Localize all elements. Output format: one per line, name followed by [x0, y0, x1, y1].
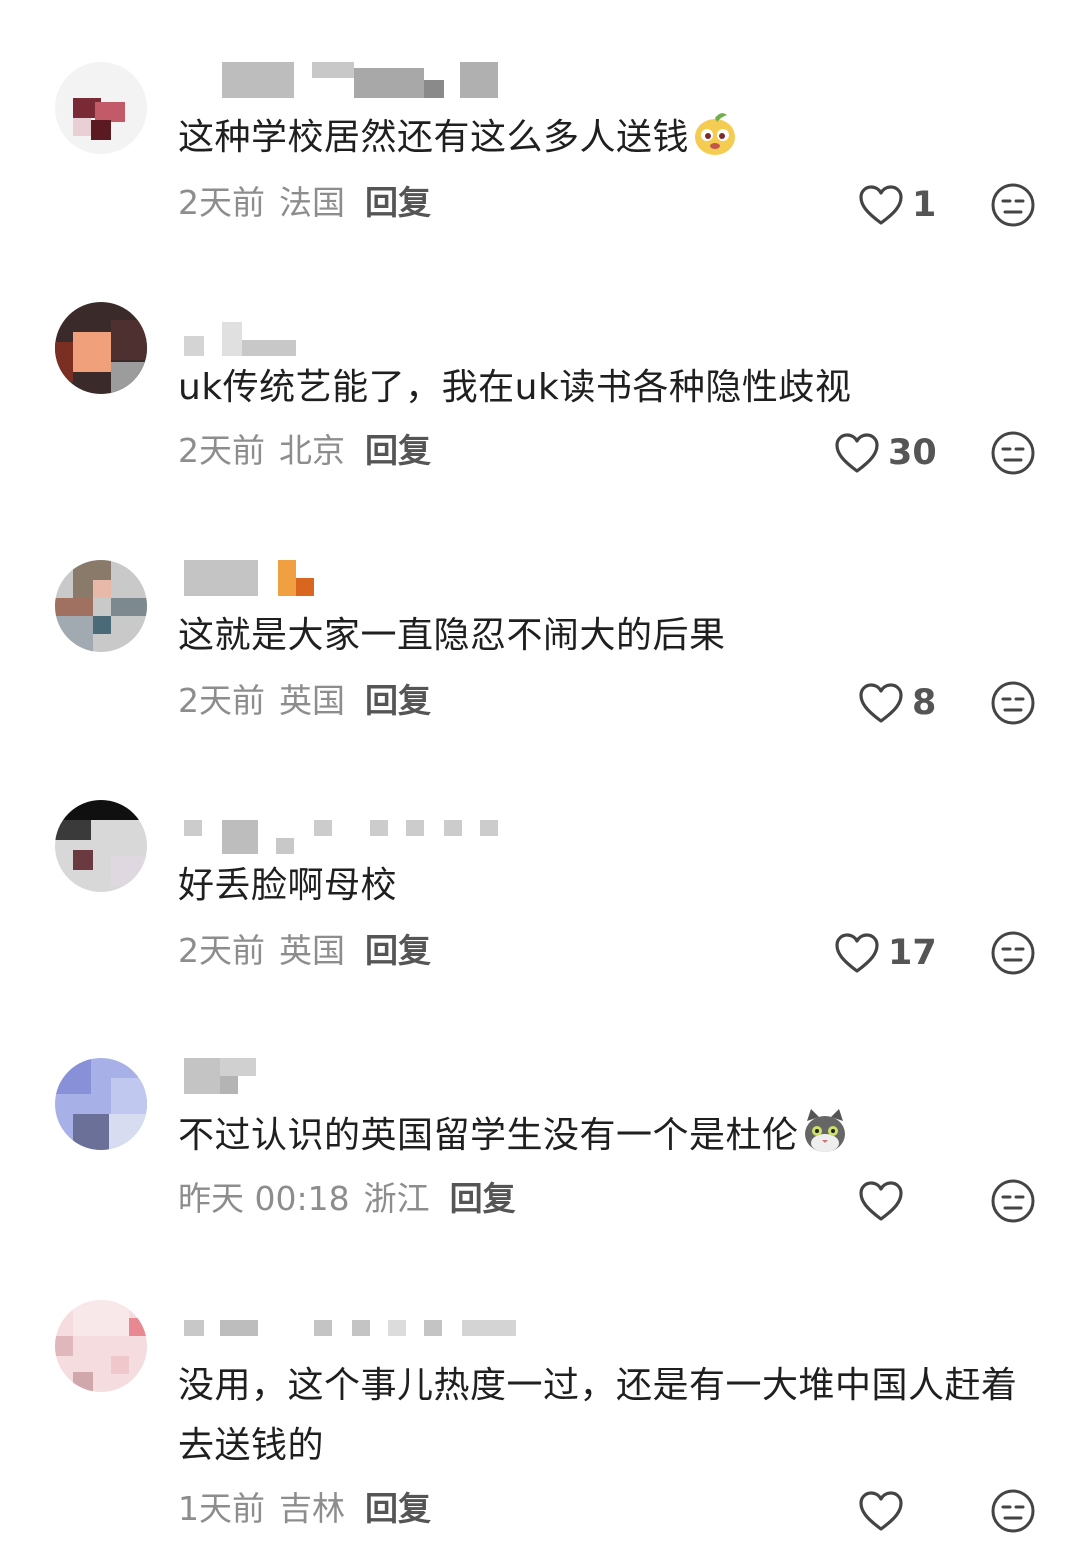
blurred-username: [184, 818, 504, 858]
heart-outline-icon: [835, 933, 879, 973]
heart-outline-icon: [859, 683, 903, 723]
comment-text: 不过认识的英国留学生没有一个是杜伦: [178, 1106, 1038, 1166]
comment-location: 英国: [279, 681, 345, 720]
comment-meta: 1天前 吉林 回复: [178, 1486, 431, 1532]
like-count: 17: [888, 933, 937, 973]
like-count: 1: [912, 185, 937, 225]
avatar[interactable]: [55, 1058, 147, 1150]
comment-text: 好丢脸啊母校: [178, 865, 398, 906]
like-button[interactable]: 17: [834, 928, 937, 978]
comment-meta: 2天前 英国 回复: [178, 928, 431, 974]
blurred-username: [184, 1058, 274, 1098]
heart-outline-icon: [859, 1181, 903, 1221]
comment-time: 1天前: [178, 1489, 265, 1528]
comment-meta: 2天前 北京 回复: [178, 428, 431, 474]
like-button[interactable]: 8: [858, 678, 936, 728]
reply-button[interactable]: 回复: [365, 931, 431, 970]
avatar[interactable]: [55, 302, 147, 394]
comment-time: 2天前: [178, 681, 265, 720]
comment-location: 英国: [279, 931, 345, 970]
comment-time: 2天前: [178, 183, 265, 222]
reply-button[interactable]: 回复: [365, 183, 431, 222]
blurred-username: [184, 560, 324, 600]
comment-time: 昨天 00:18: [178, 1179, 350, 1218]
cat-face-emoji: [804, 1109, 845, 1152]
blurred-username: [184, 322, 304, 362]
avatar[interactable]: [55, 1300, 147, 1392]
blurred-username: [184, 1318, 524, 1358]
comment-text: 这就是大家一直隐忍不闹大的后果: [178, 615, 726, 656]
comment-text: 没用，这个事儿热度一过，还是有一大堆中国人赶着去送钱的: [178, 1365, 1018, 1466]
like-button[interactable]: [858, 1486, 912, 1536]
comment-time: 2天前: [178, 431, 265, 470]
neutral-face-icon[interactable]: [990, 930, 1036, 976]
like-count: 30: [888, 433, 937, 473]
reply-button[interactable]: 回复: [450, 1179, 516, 1218]
neutral-face-icon[interactable]: [990, 1178, 1036, 1224]
blurred-username: [184, 62, 504, 102]
comment-meta: 2天前 英国 回复: [178, 678, 431, 724]
like-button[interactable]: 1: [858, 180, 936, 230]
comment-location: 吉林: [279, 1489, 345, 1528]
pear-face-emoji: [695, 113, 736, 155]
comment-time: 2天前: [178, 931, 265, 970]
reply-button[interactable]: 回复: [365, 431, 431, 470]
comment-meta: 昨天 00:18 浙江 回复: [178, 1176, 516, 1222]
comment-text: 这种学校居然还有这么多人送钱: [178, 108, 1038, 168]
like-button[interactable]: [858, 1176, 912, 1226]
neutral-face-icon[interactable]: [990, 430, 1036, 476]
comment-location: 浙江: [363, 1179, 430, 1218]
neutral-face-icon[interactable]: [990, 1488, 1036, 1534]
neutral-face-icon[interactable]: [990, 680, 1036, 726]
comment-meta: 2天前 法国 回复: [178, 180, 431, 226]
like-button[interactable]: 30: [834, 428, 937, 478]
reply-button[interactable]: 回复: [365, 1489, 431, 1528]
comment-text: uk传统艺能了，我在uk读书各种隐性歧视: [178, 367, 852, 408]
avatar[interactable]: [55, 62, 147, 154]
neutral-face-icon[interactable]: [990, 182, 1036, 228]
heart-outline-icon: [859, 1491, 903, 1531]
avatar[interactable]: [55, 800, 147, 892]
like-count: 8: [912, 683, 937, 723]
reply-button[interactable]: 回复: [365, 681, 431, 720]
comment-location: 法国: [279, 183, 345, 222]
heart-outline-icon: [835, 433, 879, 473]
heart-outline-icon: [859, 185, 903, 225]
avatar[interactable]: [55, 560, 147, 652]
comment-location: 北京: [279, 431, 345, 470]
